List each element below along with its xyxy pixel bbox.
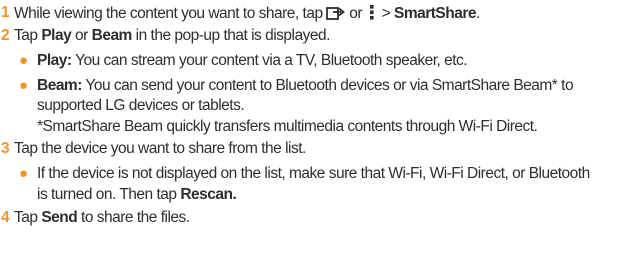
step-1-or: or	[349, 5, 362, 22]
step-4-text-a: Tap	[14, 209, 38, 226]
step-2-text-a: Tap	[14, 27, 38, 44]
step-1-separator: >	[381, 5, 391, 22]
step-3-text: Tap the device you want to share from th…	[14, 140, 306, 157]
step-2-text-c: in the pop-up that is displayed.	[135, 27, 331, 44]
step-3-bullet-continuation: is turned on. Then tap Rescan.	[37, 186, 237, 204]
bullet-dot: ●	[19, 52, 29, 69]
bullet-dot: ●	[19, 165, 29, 182]
beam-bullet-continuation: supported LG devices or tablets.	[37, 97, 245, 114]
beam-bullet: Beam: You can send your content to Bluet…	[37, 77, 574, 95]
step-number-3: 3	[1, 140, 10, 157]
step-4-send: Send	[41, 209, 78, 226]
bullet-dot: ●	[19, 77, 29, 94]
step-1-text-before: While viewing the content you want to sh…	[14, 5, 323, 22]
step-3-bullet-text: If the device is not displayed on the li…	[37, 165, 590, 182]
step-3-rescan: Rescan.	[180, 186, 237, 203]
play-bullet-label: Play:	[37, 52, 72, 69]
instruction-page: 1 While viewing the content you want to …	[0, 0, 633, 263]
play-bullet-text: You can stream your content via a TV, Bl…	[75, 52, 468, 69]
step-number-2: 2	[1, 27, 10, 44]
share-icon	[326, 4, 346, 26]
step-1-target: SmartShare	[394, 5, 477, 22]
step-1-end: .	[476, 5, 480, 22]
beam-footnote: *SmartShare Beam quickly transfers multi…	[37, 118, 538, 135]
beam-bullet-label: Beam:	[37, 77, 82, 94]
step-2-text-b: or	[75, 27, 88, 44]
step-2-text: Tap Play or Beam in the pop-up that is d…	[14, 27, 330, 45]
beam-bullet-text: You can send your content to Bluetooth d…	[85, 77, 574, 94]
step-number-1: 1	[1, 4, 10, 21]
menu-icon	[366, 4, 378, 26]
step-2-beam: Beam	[91, 27, 133, 44]
step-2-play: Play	[41, 27, 72, 44]
step-3-continuation-text: is turned on. Then tap	[37, 186, 177, 203]
play-bullet: Play: You can stream your content via a …	[37, 52, 468, 70]
step-1-text: While viewing the content you want to sh…	[14, 4, 480, 26]
step-4-text: Tap Send to share the files.	[14, 209, 190, 227]
step-4-text-b: to share the files.	[81, 209, 190, 226]
step-number-4: 4	[1, 209, 10, 226]
